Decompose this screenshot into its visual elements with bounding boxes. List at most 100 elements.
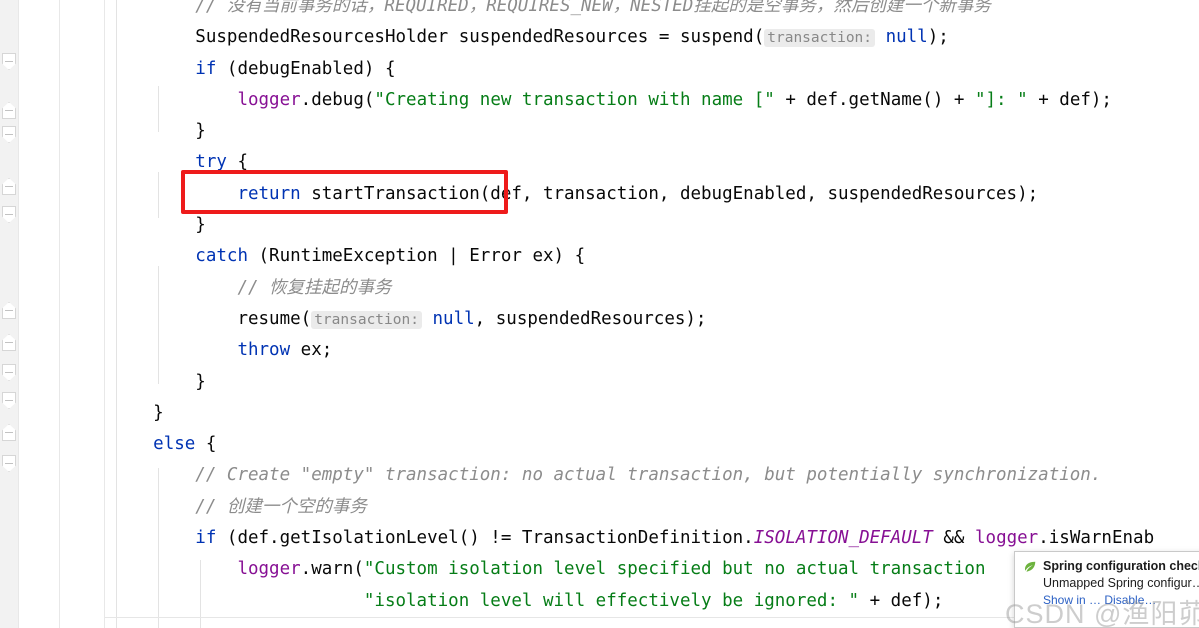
gutter-line-number-column [18,0,59,628]
code-line[interactable]: return startTransaction(def, transaction… [105,179,1199,210]
indent-guide [158,266,159,384]
code-token-string: "Creating new transaction with name [" [374,89,775,110]
code-token-field: logger [975,528,1039,549]
code-token-text: } [195,371,206,392]
code-token-keyword: try [195,152,227,173]
code-line[interactable]: // 没有当前事务的话，REQUIRED，REQUIRES_NEW，NESTED… [105,0,1199,22]
code-token-hint: transaction: [311,310,422,329]
code-token-text: .debug( [300,89,375,110]
code-token-string: "]: " [974,89,1028,110]
code-line[interactable]: } [105,398,1199,429]
code-token-keyword: null [885,27,928,48]
code-token-text: (def.getIsolationLevel() != TransactionD… [216,528,754,549]
code-line[interactable]: // 创建一个空的事务 [105,492,1199,523]
gutter-divider-left [18,0,19,628]
indent-guide [158,86,159,132]
code-line[interactable]: logger.debug("Creating new transaction w… [105,85,1199,116]
code-token-text: } [195,215,206,236]
indent-guide [158,172,159,218]
code-token-text: (RuntimeException | Error ex) { [247,246,586,267]
code-line[interactable]: } [105,116,1199,147]
code-token-text: } [195,121,206,142]
code-line[interactable]: catch (RuntimeException | Error ex) { [105,241,1199,272]
popup-description: Unmapped Spring configur… [1043,576,1199,590]
popup-show-in-link[interactable]: Show in … [1043,593,1101,607]
code-token-field: logger [237,89,301,110]
code-token-keyword: null [432,308,475,329]
code-token-comment: // 没有当前事务的话，REQUIRED，REQUIRES_NEW，NESTED… [195,0,991,16]
code-token-text: + def); [859,590,944,611]
code-line[interactable]: } [105,210,1199,241]
code-token-keyword: catch [195,246,248,267]
code-token-keyword: return [237,183,301,204]
popup-disable-link[interactable]: Disable… [1104,593,1156,607]
code-token-text: + def); [1027,89,1112,110]
gutter-fold-column[interactable] [59,0,105,628]
code-token-text: startTransaction(def, transaction, debug… [300,183,1039,204]
popup-title-row: Spring configuration check [1023,559,1199,574]
code-token-text: SuspendedResourcesHolder suspendedResour… [195,27,765,48]
code-token-text: , suspendedResources); [474,308,707,329]
code-token-text: { [195,434,217,455]
popup-title: Spring configuration check [1043,559,1199,573]
code-token-keyword: if [195,528,217,549]
code-token-comment: // 创建一个空的事务 [195,496,367,517]
code-token-text: && [932,528,975,549]
code-line[interactable]: resume(transaction: null, suspendedResou… [105,304,1199,335]
code-token-keyword: throw [237,340,291,361]
code-token-text: { [226,152,248,173]
code-line[interactable]: try { [105,147,1199,178]
code-token-hint: transaction: [764,29,876,48]
spring-leaf-icon [1025,561,1036,572]
code-token-keyword: else [153,434,196,455]
spring-configuration-check-popup[interactable]: Spring configuration check Unmapped Spri… [1014,551,1199,628]
code-token-comment: // 恢复挂起的事务 [237,277,392,298]
code-line[interactable]: SuspendedResourcesHolder suspendedResour… [105,22,1199,53]
code-token-string: "isolation level will effectively be ign… [363,590,860,611]
code-line[interactable]: throw ex; [105,335,1199,366]
indent-guide [158,468,159,628]
code-token-text: ); [927,27,949,48]
code-token-text: (debugEnabled) { [216,58,396,79]
code-token-text: + def.getName() + [774,89,975,110]
code-line[interactable]: // 恢复挂起的事务 [105,273,1199,304]
code-line[interactable]: if (def.getIsolationLevel() != Transacti… [105,523,1199,554]
code-token-text: .warn( [300,559,364,580]
code-editor-area[interactable]: // 没有当前事务的话，REQUIRED，REQUIRES_NEW，NESTED… [105,0,1199,628]
code-line[interactable]: // Create "empty" transaction: no actual… [105,460,1199,491]
code-token-text: .isWarnEnab [1038,528,1155,549]
code-token-text: ex; [290,340,333,361]
code-token-string: "Custom isolation level specified but no… [363,559,986,580]
code-token-text: } [153,402,164,423]
code-token-static_field: ISOLATION_DEFAULT [753,528,933,549]
code-token-field: logger [237,559,301,580]
code-line[interactable]: } [105,367,1199,398]
code-line[interactable]: else { [105,429,1199,460]
indent-guide [116,0,117,628]
code-token-comment: // Create "empty" transaction: no actual… [195,465,1102,486]
popup-action-links[interactable]: Show in … Disable… [1043,593,1199,607]
code-line[interactable]: if (debugEnabled) { [105,54,1199,85]
code-token-text: resume( [237,308,312,329]
